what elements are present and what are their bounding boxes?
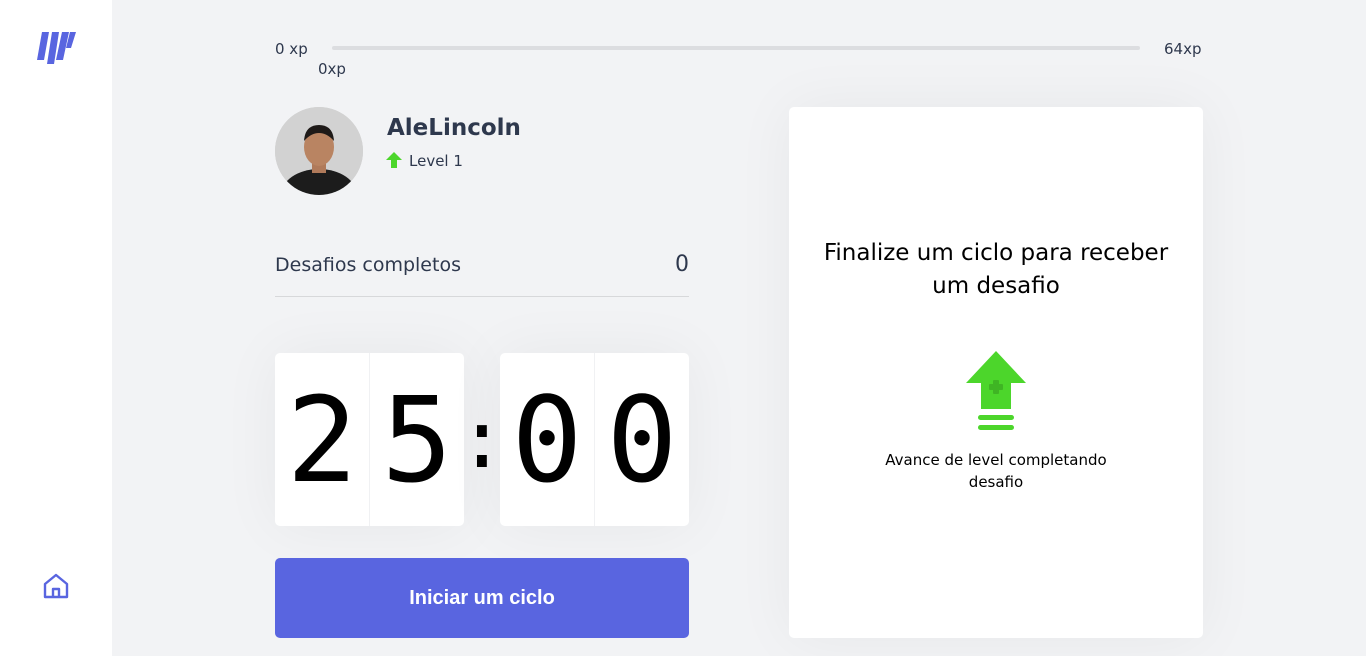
completed-challenges-count: 0 — [675, 252, 689, 277]
username: AleLincoln — [387, 115, 521, 141]
completed-challenges: Desafios completos 0 — [275, 250, 689, 297]
challenge-box: Finalize um ciclo para receber um desafi… — [789, 107, 1203, 638]
level-up-icon — [966, 351, 1026, 430]
second-ones-digit: 0 — [606, 370, 678, 509]
challenge-description: Avance de level completando desafio — [885, 451, 1107, 491]
xp-current-label: 0xp — [318, 60, 346, 78]
countdown-separator: : — [457, 393, 507, 486]
level-label: Level 1 — [409, 152, 463, 170]
moveit-logo-icon[interactable] — [36, 30, 76, 66]
completed-challenges-label: Desafios completos — [275, 254, 461, 276]
countdown-seconds: 0 0 — [500, 353, 689, 526]
xp-progress-bar — [332, 46, 1140, 50]
home-icon[interactable] — [42, 572, 70, 600]
challenge-title: Finalize um ciclo para receber um desafi… — [823, 240, 1169, 299]
minute-tens-digit: 2 — [275, 353, 370, 526]
xp-start-label: 0 xp — [275, 40, 308, 58]
minute-ones-digit: 5 — [381, 370, 453, 509]
start-cycle-button[interactable]: Iniciar um ciclo — [275, 558, 689, 638]
level-up-arrow-icon — [386, 152, 402, 168]
avatar — [275, 107, 363, 195]
second-tens-digit: 0 — [500, 353, 595, 526]
countdown-minutes: 2 5 — [275, 353, 464, 526]
xp-end-label: 64xp — [1164, 40, 1202, 58]
sidebar — [0, 0, 112, 656]
